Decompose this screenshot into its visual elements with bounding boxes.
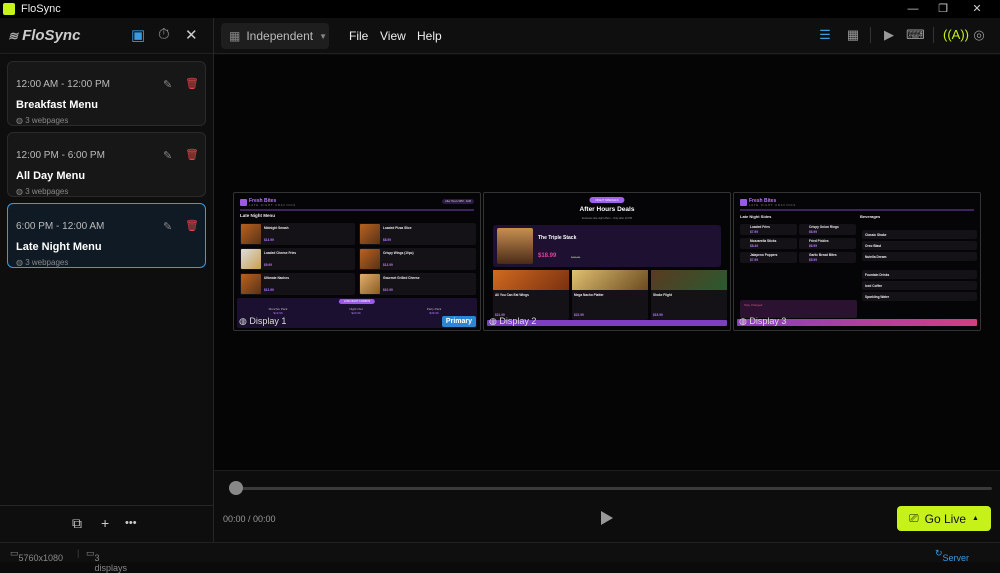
schedule-name: Breakfast Menu <box>16 99 98 111</box>
restore-button[interactable]: ❐ <box>928 0 958 18</box>
webpage-count: ◍ 3 webpages <box>16 258 69 267</box>
pencil-icon[interactable]: ✎ <box>163 149 172 162</box>
display-label: ◍ Display 2 <box>489 316 537 326</box>
display-1-preview[interactable]: Fresh Bites LATE NIGHT CRAVINGS After Hou… <box>233 192 481 331</box>
display-label: ◍ Display 1 <box>239 316 287 326</box>
chevron-down-icon: ▼ <box>319 31 327 41</box>
display-count: ▭ 3 displays <box>86 548 128 573</box>
side-item: Loaded Fries $7.99 <box>740 224 797 235</box>
close-icon[interactable]: ✕ <box>185 26 198 44</box>
add-button[interactable]: + <box>101 515 109 531</box>
brand-logo: ≋ FloSync <box>8 27 80 44</box>
play-button[interactable] <box>601 511 613 525</box>
server-status[interactable]: ↻ Server <box>935 548 969 563</box>
menu-item: Loaded Cheese Fries $9.99 <box>240 248 355 270</box>
schedule-sidebar: 12:00 AM - 12:00 PM ✎ 🗑 Breakfast Menu ◍… <box>0 55 213 505</box>
resolution: ▭ 5760x1080 <box>10 548 64 563</box>
trash-icon[interactable]: 🗑 <box>185 77 199 90</box>
logo-icon: ≋ <box>8 28 19 43</box>
side-item: Mozzarella Sticks $8.49 <box>740 238 797 249</box>
header: ≋ FloSync ▣ ⏱ ✕ ▦ Independent ▼ File View H… <box>0 18 1000 54</box>
display-3-preview[interactable]: Fresh Bites LATE NIGHT CRAVINGS Late Nigh… <box>733 192 981 331</box>
beverage-item: Nutella Dream <box>862 252 977 261</box>
deals-title: After Hours Deals <box>579 206 635 213</box>
deal-item: All You Can Eat Wings $21.99 <box>493 270 569 320</box>
pencil-icon[interactable]: ✎ <box>163 220 172 233</box>
webpage-count: ◍ 3 webpages <box>16 116 69 125</box>
minimize-button[interactable]: — <box>898 0 928 18</box>
deal-item: Shake Flight $15.99 <box>651 270 727 320</box>
display-preview-area: Fresh Bites LATE NIGHT CRAVINGS After Hou… <box>214 55 1000 470</box>
schedule-card-breakfast[interactable]: 12:00 AM - 12:00 PM ✎ 🗑 Breakfast Menu ◍… <box>7 61 206 126</box>
podcast-icon[interactable]: ◎ <box>970 26 988 44</box>
status-bar: ▭ 5760x1080 | ▭ 3 displays ↻ Server <box>0 542 1000 573</box>
timer-icon[interactable]: ⏱ <box>158 26 170 43</box>
add-grid-icon[interactable]: ▦ <box>844 26 862 44</box>
sync-mode-label: Independent <box>246 29 314 43</box>
timeline-scrubber[interactable] <box>236 487 992 490</box>
schedule-time: 12:00 AM - 12:00 PM <box>16 79 110 90</box>
side-item: Garlic Bread Bites $5.99 <box>799 252 856 263</box>
app-logo-icon <box>3 3 15 15</box>
title-bar: FloSync — ❐ ✕ <box>0 0 1000 18</box>
hours-badge: After Hours 9PM - 3AM <box>442 199 474 204</box>
schedule-card-all-day[interactable]: 12:00 PM - 6:00 PM ✎ 🗑 All Day Menu ◍ 3 … <box>7 132 206 197</box>
scrubber-handle[interactable] <box>229 481 243 495</box>
grid-icon: ▦ <box>229 29 241 43</box>
beverage-item: Iced Coffee <box>862 281 977 290</box>
menu-view[interactable]: View <box>380 29 406 43</box>
menu-item: Gourmet Grilled Cheese $10.99 <box>359 273 476 295</box>
primary-badge: Primary <box>441 316 476 327</box>
calendar-icon[interactable]: ▣ <box>131 26 145 44</box>
menu-item: Midnight Smash $14.99 <box>240 223 355 245</box>
terminal-icon[interactable]: ⌨ <box>906 26 925 44</box>
section-title: Late Night Menu <box>240 213 275 218</box>
trash-icon[interactable]: 🗑 <box>185 219 199 232</box>
side-item: Jalapeno Poppers $7.99 <box>740 252 797 263</box>
sync-mode-dropdown[interactable]: ▦ Independent ▼ <box>221 23 329 49</box>
window-title: FloSync <box>21 3 61 15</box>
webpage-count: ◍ 3 webpages <box>16 187 69 196</box>
pencil-icon[interactable]: ✎ <box>163 78 172 91</box>
go-live-button[interactable]: ⎚ Go Live ▲ <box>897 506 991 531</box>
cast-icon: ⎚ <box>909 511 919 525</box>
side-item: Fried Pickles $6.99 <box>799 238 856 249</box>
display-2-preview[interactable]: NIGHT SPECIALS After Hours Deals Exclusi… <box>483 192 731 331</box>
menu-item: Ultimate Nachos $12.99 <box>240 273 355 295</box>
sidebar-footer: ⧉ + ••• <box>0 505 213 542</box>
schedule-name: All Day Menu <box>16 170 86 182</box>
menu-help[interactable]: Help <box>417 29 442 43</box>
media-settings-icon[interactable]: ▶ <box>880 26 898 44</box>
broadcast-icon[interactable]: ((A)) <box>943 26 969 44</box>
duplicate-button[interactable]: ⧉ <box>72 515 82 532</box>
stacked-layout-icon[interactable]: ☰ <box>816 26 834 44</box>
beverage-item: Classic Shake <box>862 230 977 239</box>
beverage-item: Sparkling Water <box>862 292 977 301</box>
schedule-name: Late Night Menu <box>16 241 102 253</box>
more-button[interactable]: ••• <box>125 517 137 529</box>
side-item: Crispy Onion Rings $6.99 <box>799 224 856 235</box>
featured-deal: The Triple Stack $18.99 $25.00 <box>493 225 721 267</box>
close-window-button[interactable]: ✕ <box>962 0 992 18</box>
brand-name: FloSync <box>22 27 81 44</box>
schedule-card-late-night[interactable]: 6:00 PM - 12:00 AM ✎ 🗑 Late Night Menu ◍… <box>7 203 206 268</box>
schedule-time: 6:00 PM - 12:00 AM <box>16 221 105 232</box>
deal-item: Mega Nacho Platter $22.99 <box>572 270 648 320</box>
time-counter: 00:00 / 00:00 <box>223 514 276 524</box>
playback-timeline: 00:00 / 00:00 ⎚ Go Live ▲ <box>214 470 1000 542</box>
menu-item: Crispy Wings (10pc) $13.99 <box>359 248 476 270</box>
beverage-item: Fountain Drinks <box>862 270 977 279</box>
schedule-time: 12:00 PM - 6:00 PM <box>16 150 105 161</box>
trash-icon[interactable]: 🗑 <box>185 148 199 161</box>
menu-item: Loaded Pizza Slice $8.99 <box>359 223 476 245</box>
chevron-up-icon: ▲ <box>972 515 979 522</box>
display-label: ◍ Display 3 <box>739 316 787 326</box>
menu-file[interactable]: File <box>349 29 368 43</box>
beverage-item: Oreo Blast <box>862 241 977 250</box>
